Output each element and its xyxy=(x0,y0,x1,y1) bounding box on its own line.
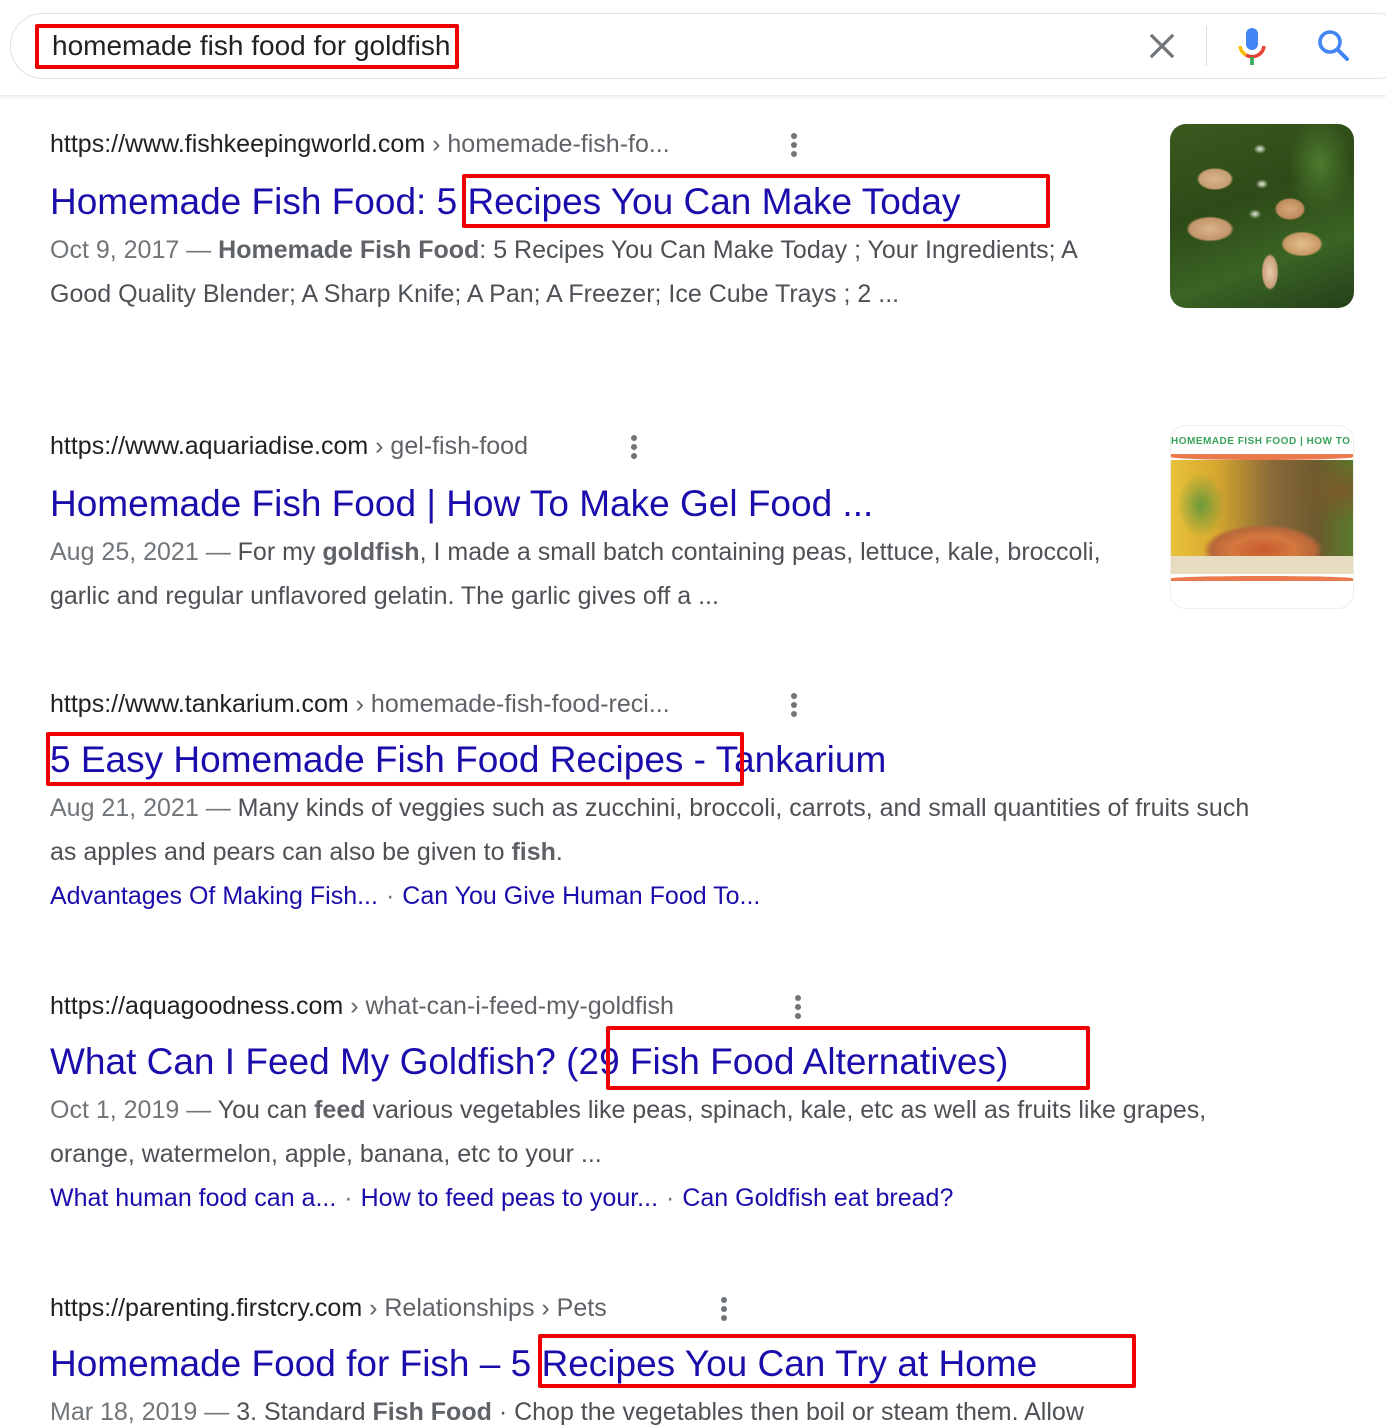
more-options-button[interactable] xyxy=(714,1294,734,1322)
result-url[interactable]: https://aquagoodness.com › what-can-i-fe… xyxy=(50,990,1370,1022)
date-separator: — xyxy=(198,538,238,566)
sitelink[interactable]: What human food can a... xyxy=(50,1184,336,1212)
snippet-bold: fish xyxy=(511,838,556,866)
title-highlight: 5 Recipes You Can Try at Home xyxy=(510,1343,1038,1384)
date-separator: — xyxy=(198,794,238,822)
result-title[interactable]: What Can I Feed My Goldfish? (29 Fish Fo… xyxy=(50,1026,1370,1090)
search-icon xyxy=(1318,30,1349,61)
sitelink-separator: · xyxy=(344,1184,353,1212)
result-title-link[interactable]: Homemade Fish Food | How To Make Gel Foo… xyxy=(50,483,873,524)
snippet-text: You can xyxy=(217,1096,315,1124)
more-options-button[interactable] xyxy=(624,432,644,460)
result-url[interactable]: https://www.tankarium.com › homemade-fis… xyxy=(50,688,1370,720)
more-vert-icon xyxy=(631,435,637,441)
clear-search-button[interactable] xyxy=(1144,28,1180,64)
snippet-bold: goldfish xyxy=(322,538,420,566)
more-vert-icon xyxy=(791,133,797,139)
more-options-button[interactable] xyxy=(784,130,804,158)
date-separator: — xyxy=(197,1398,237,1426)
snippet-bold: Homemade Fish Food xyxy=(218,236,480,264)
title-highlight: 5 Easy Homemade Fish Food Recipes xyxy=(50,739,684,780)
title-plain: Homemade Food for Fish – xyxy=(50,1343,511,1384)
more-vert-icon xyxy=(721,1297,727,1303)
result-snippet: Aug 25, 2021 — For my goldfish, I made a… xyxy=(50,530,1130,618)
search-result: https://aquagoodness.com › what-can-i-fe… xyxy=(50,990,1370,1220)
sitelink[interactable]: Can Goldfish eat bread? xyxy=(682,1184,953,1212)
snippet-text: . xyxy=(555,838,563,866)
thumbnail-decoration xyxy=(1171,556,1353,574)
sitelinks: What human food can a... · How to feed pea… xyxy=(50,1176,1370,1220)
result-title-link[interactable]: Homemade Fish Food: 5 Recipes You Can Ma… xyxy=(50,181,960,222)
result-path: › homemade-fish-food-reci... xyxy=(348,690,670,718)
voice-search-button[interactable] xyxy=(1232,24,1272,68)
thumbnail-banner-text: HOMEMADE FISH FOOD | HOW TO MAKE GEL xyxy=(1171,436,1353,447)
result-title[interactable]: 5 Easy Homemade Fish Food Recipes - Tank… xyxy=(46,732,1370,786)
result-domain: https://www.tankarium.com xyxy=(50,690,349,718)
result-date: Aug 21, 2021 xyxy=(50,794,199,822)
search-divider xyxy=(1206,26,1207,66)
result-path: › homemade-fish-fo... xyxy=(425,130,670,158)
result-domain: https://aquagoodness.com xyxy=(50,992,344,1020)
more-options-button[interactable] xyxy=(784,690,804,718)
result-snippet: Mar 18, 2019 — 3. Standard Fish Food · C… xyxy=(50,1390,1270,1428)
result-title[interactable]: Homemade Food for Fish – 5 Recipes You C… xyxy=(50,1334,1370,1388)
more-vert-icon xyxy=(791,693,797,699)
microphone-icon xyxy=(1238,28,1266,65)
result-date: Oct 1, 2019 xyxy=(50,1096,180,1124)
sitelink[interactable]: How to feed peas to your... xyxy=(361,1184,658,1212)
result-path: › gel-fish-food xyxy=(368,432,528,460)
result-date: Mar 18, 2019 xyxy=(50,1398,198,1426)
result-domain: https://www.fishkeepingworld.com xyxy=(50,130,426,158)
result-title-link[interactable]: 5 Easy Homemade Fish Food Recipes - Tank… xyxy=(50,739,886,780)
more-options-button[interactable] xyxy=(788,992,808,1020)
result-path: › Relationships › Pets xyxy=(362,1294,607,1322)
sitelink-separator: · xyxy=(666,1184,675,1212)
close-icon xyxy=(1149,33,1175,59)
sitelinks: Advantages Of Making Fish... · Can You Giv… xyxy=(50,874,1370,918)
snippet-text: 3. Standard xyxy=(236,1398,373,1426)
result-domain: https://parenting.firstcry.com xyxy=(50,1294,363,1322)
snippet-text: For my xyxy=(237,538,323,566)
result-snippet: Aug 21, 2021 — Many kinds of veggies suc… xyxy=(50,786,1250,874)
title-highlight: 5 Recipes You Can Make Today xyxy=(436,181,961,222)
result-title-link[interactable]: What Can I Feed My Goldfish? (29 Fish Fo… xyxy=(50,1041,1008,1082)
result-url[interactable]: https://parenting.firstcry.com › Relatio… xyxy=(50,1292,1370,1324)
title-plain: What Can I Feed My Goldfish? xyxy=(50,1041,567,1082)
more-vert-icon xyxy=(795,995,801,1001)
snippet-bold: Fish Food xyxy=(372,1398,492,1426)
result-date: Aug 25, 2021 xyxy=(50,538,199,566)
thumbnail-decoration xyxy=(1171,576,1353,581)
date-separator: — xyxy=(179,236,219,264)
query-annotation-box xyxy=(35,24,459,69)
snippet-bold: feed xyxy=(314,1096,366,1124)
date-separator: — xyxy=(179,1096,218,1124)
result-snippet: Oct 9, 2017 — Homemade Fish Food: 5 Reci… xyxy=(50,228,1130,316)
search-result: https://parenting.firstcry.com › Relatio… xyxy=(50,1292,1370,1428)
result-date: Oct 9, 2017 xyxy=(50,236,180,264)
result-domain: https://www.aquariadise.com xyxy=(50,432,369,460)
sitelink[interactable]: Advantages Of Making Fish... xyxy=(50,882,378,910)
search-result: https://www.tankarium.com › homemade-fis… xyxy=(46,688,1370,918)
gel-food-thumbnail[interactable]: HOMEMADE FISH FOOD | HOW TO MAKE GEL xyxy=(1170,425,1354,609)
snippet-text: · Chop the vegetables then boil or steam… xyxy=(491,1398,1084,1426)
sitelink[interactable]: Can You Give Human Food To... xyxy=(402,882,760,910)
search-header: homemade fish food for goldfish xyxy=(0,0,1386,96)
result-path: › what-can-i-feed-my-goldfish xyxy=(343,992,674,1020)
sitelink-separator: · xyxy=(385,882,395,910)
title-plain: - Tankarium xyxy=(683,739,887,780)
title-plain: Homemade Fish Food: xyxy=(50,181,437,222)
result-title-link[interactable]: Homemade Food for Fish – 5 Recipes You C… xyxy=(50,1343,1037,1384)
result-snippet: Oct 1, 2019 — You can feed various veget… xyxy=(50,1088,1260,1176)
fish-thumbnail[interactable] xyxy=(1170,124,1354,308)
title-highlight: (29 Fish Food Alternatives) xyxy=(566,1041,1009,1082)
search-button[interactable] xyxy=(1314,26,1354,66)
